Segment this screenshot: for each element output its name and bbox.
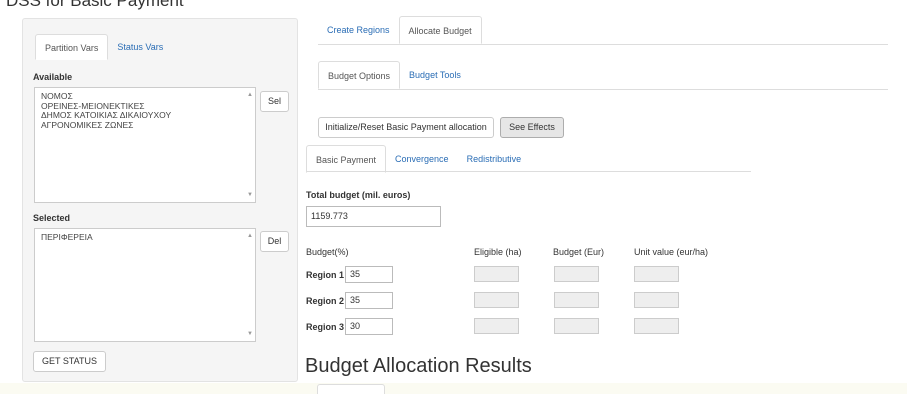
scroll-down-icon[interactable]: ▼ xyxy=(247,192,253,198)
divider xyxy=(306,171,751,172)
tab-budget-options[interactable]: Budget Options xyxy=(318,61,401,89)
payment-tabs: Basic Payment Convergence Redistributive xyxy=(306,145,530,173)
page-title: DSS for Basic Payment xyxy=(6,0,184,10)
footer-strip xyxy=(0,383,907,394)
region-2-unit-value-field xyxy=(634,292,679,308)
region-3-label: Region 3 xyxy=(306,322,345,332)
tab-create-regions[interactable]: Create Regions xyxy=(318,16,399,44)
budget-percent-header: Budget(%) xyxy=(306,247,349,257)
tab-redistributive[interactable]: Redistributive xyxy=(458,145,531,173)
see-effects-button[interactable]: See Effects xyxy=(500,117,564,138)
region-2-eligible-field xyxy=(474,292,519,308)
available-listbox[interactable]: ΝΟΜΟΣ ΟΡΕΙΝΕΣ-ΜΕΙΟΝΕΚΤΙΚΕΣ ΔΗΜΟΣ ΚΑΤΟΙΚΙ… xyxy=(34,87,256,203)
region-3-budget-eur-field xyxy=(554,318,599,334)
region-3-eligible-field xyxy=(474,318,519,334)
scroll-up-icon[interactable]: ▲ xyxy=(247,92,253,98)
region-1-budget-input[interactable]: 35 xyxy=(345,266,393,283)
region-1-budget-eur-field xyxy=(554,266,599,282)
tab-partition-vars[interactable]: Partition Vars xyxy=(35,34,109,60)
variables-tabs: Partition Vars Status Vars xyxy=(35,34,172,60)
budget-sub-tabs: Budget Options Budget Tools xyxy=(318,61,470,89)
results-tab-stub[interactable] xyxy=(317,384,385,394)
get-status-button[interactable]: GET STATUS xyxy=(33,351,106,372)
region-2-budget-input[interactable]: 35 xyxy=(345,292,393,309)
tab-basic-payment[interactable]: Basic Payment xyxy=(306,145,387,173)
results-title: Budget Allocation Results xyxy=(305,355,532,377)
selected-label: Selected xyxy=(33,213,71,223)
region-1-label: Region 1 xyxy=(306,270,345,280)
eligible-header: Eligible (ha) xyxy=(474,247,522,257)
initialize-reset-button[interactable]: Initialize/Reset Basic Payment allocatio… xyxy=(318,117,494,138)
tab-status-vars[interactable]: Status Vars xyxy=(108,34,172,60)
available-scrollbar[interactable]: ▲ ▼ xyxy=(247,92,253,198)
available-label: Available xyxy=(33,72,73,82)
variables-panel: Partition Vars Status Vars Available ΝΟΜ… xyxy=(22,18,298,382)
region-3-budget-input[interactable]: 30 xyxy=(345,318,393,335)
region-2-budget-eur-field xyxy=(554,292,599,308)
tab-budget-tools[interactable]: Budget Tools xyxy=(400,61,470,89)
region-1-unit-value-field xyxy=(634,266,679,282)
tab-allocate-budget[interactable]: Allocate Budget xyxy=(398,16,482,44)
divider xyxy=(318,89,888,90)
region-1-eligible-field xyxy=(474,266,519,282)
main-tabs: Create Regions Allocate Budget xyxy=(318,16,482,44)
total-budget-input[interactable]: 1159.773 xyxy=(306,206,441,227)
scroll-down-icon[interactable]: ▼ xyxy=(247,331,253,337)
region-3-unit-value-field xyxy=(634,318,679,334)
list-item[interactable]: ΑΓΡΟΝΟΜΙΚΕΣ ΖΩΝΕΣ xyxy=(41,120,249,131)
selected-scrollbar[interactable]: ▲ ▼ xyxy=(247,233,253,337)
unit-value-header: Unit value (eur/ha) xyxy=(634,247,709,257)
selected-listbox[interactable]: ΠΕΡΙΦΕΡΕΙΑ ▲ ▼ xyxy=(34,228,256,342)
budget-eur-header: Budget (Eur) xyxy=(553,247,605,257)
sel-button[interactable]: Sel xyxy=(260,91,289,112)
divider xyxy=(318,44,888,45)
scroll-up-icon[interactable]: ▲ xyxy=(247,233,253,239)
total-budget-label: Total budget (mil. euros) xyxy=(306,190,411,200)
region-2-label: Region 2 xyxy=(306,296,345,306)
del-button[interactable]: Del xyxy=(260,231,289,252)
tab-convergence[interactable]: Convergence xyxy=(386,145,458,173)
list-item[interactable]: ΠΕΡΙΦΕΡΕΙΑ xyxy=(41,232,249,243)
